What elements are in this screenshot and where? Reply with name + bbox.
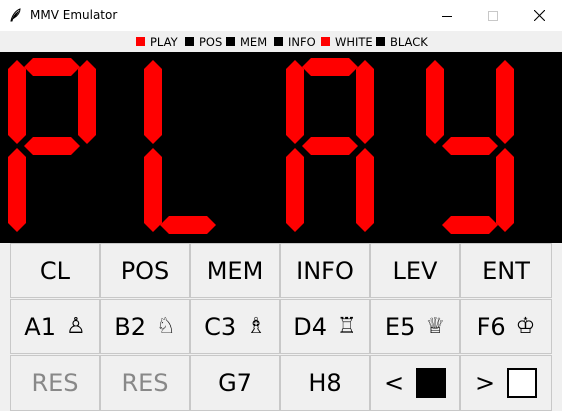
indicator-lamp	[136, 37, 145, 46]
segment-y-g	[442, 137, 498, 155]
segment-p-f	[8, 60, 26, 144]
d4-button[interactable]: D4 ♖	[280, 299, 370, 354]
king-icon: ♔	[515, 313, 536, 339]
key-label: C3	[204, 312, 237, 341]
segment-display	[0, 52, 562, 243]
res-button[interactable]: RES	[10, 355, 100, 411]
f6-button[interactable]: F6 ♔	[460, 299, 552, 354]
g7-button[interactable]: G7	[190, 355, 280, 411]
segment-l-d	[160, 216, 216, 234]
white-side-button[interactable]: >	[460, 355, 552, 411]
segment-a-c	[356, 148, 374, 232]
knight-icon: ♘	[156, 313, 176, 339]
indicator-pos: POS	[185, 34, 223, 49]
pawn-icon: ♙	[65, 313, 86, 339]
feather-icon	[9, 8, 23, 22]
key-label: RES	[31, 369, 79, 397]
black-square-icon	[416, 368, 447, 398]
key-label: H8	[308, 369, 342, 397]
rook-icon: ♖	[337, 313, 357, 339]
indicator-lamp	[274, 37, 283, 46]
key-label: POS	[120, 256, 170, 285]
segment-a-f	[286, 60, 304, 144]
key-label: RES	[121, 369, 169, 397]
indicator-lamp	[226, 37, 235, 46]
segment-y-f	[426, 60, 444, 144]
indicator-label: INFO	[288, 34, 316, 49]
minimize-icon	[442, 15, 452, 17]
segment-y-d	[442, 216, 498, 234]
key-label: D4	[293, 312, 327, 341]
key-label: CL	[39, 256, 71, 285]
indicator-label: WHITE	[335, 34, 373, 49]
segment-p-a	[24, 58, 80, 76]
segment-a-b	[356, 60, 374, 144]
white-square-icon	[507, 368, 538, 398]
close-icon	[533, 10, 545, 21]
segment-y-b	[496, 60, 514, 144]
e5-button[interactable]: E5 ♕	[370, 299, 460, 354]
indicator-row: PLAY POS MEM INFO WHITE BLACK	[0, 31, 562, 52]
indicator-label: PLAY	[150, 34, 178, 49]
segment-p-b	[78, 60, 96, 144]
key-label: MEM	[206, 256, 264, 285]
info-button[interactable]: INFO	[280, 243, 370, 298]
segment-p-g	[24, 137, 80, 155]
segment-a-g	[302, 137, 358, 155]
res-button-2[interactable]: RES	[100, 355, 190, 411]
mem-button[interactable]: MEM	[190, 243, 280, 298]
indicator-label: POS	[199, 34, 223, 49]
segment-a-a	[302, 58, 358, 76]
maximize-icon	[488, 10, 498, 21]
indicator-lamp	[321, 37, 330, 46]
key-label: <	[383, 369, 405, 397]
pos-button[interactable]: POS	[100, 243, 190, 298]
ent-button[interactable]: ENT	[460, 243, 552, 298]
bishop-icon: ♗	[246, 313, 266, 339]
lev-button[interactable]: LEV	[370, 243, 460, 298]
title-bar: MMV Emulator	[0, 0, 562, 31]
key-label: A1	[24, 312, 56, 341]
b2-button[interactable]: B2 ♘	[100, 299, 190, 354]
segment-l-e	[144, 148, 162, 232]
cl-button[interactable]: CL	[10, 243, 100, 298]
key-label: G7	[218, 369, 252, 397]
segment-l-f	[144, 60, 162, 144]
a1-button[interactable]: A1 ♙	[10, 299, 100, 354]
key-label: ENT	[482, 256, 530, 285]
queen-icon: ♕	[425, 313, 446, 339]
indicator-label: MEM	[240, 34, 268, 49]
close-button[interactable]	[516, 0, 562, 31]
segment-a-e	[286, 148, 304, 232]
segment-p-e	[8, 148, 26, 232]
segment-y-c	[496, 148, 514, 232]
segment-display-canvas	[8, 58, 514, 234]
key-label: E5	[384, 312, 416, 341]
key-label: LEV	[392, 256, 438, 285]
black-side-button[interactable]: <	[370, 355, 460, 411]
key-label: F6	[476, 312, 506, 341]
window-title: MMV Emulator	[30, 8, 118, 22]
keypad: CL POS MEM INFO LEV ENT A1 ♙ B2 ♘ C3 ♗ D4 ♖ …	[10, 243, 552, 411]
key-label: >	[474, 369, 496, 397]
key-label: B2	[114, 312, 146, 341]
keypad-margin-right	[552, 243, 562, 411]
minimize-button[interactable]	[424, 0, 470, 31]
indicator-play: PLAY	[136, 34, 178, 49]
keypad-margin-left	[0, 243, 10, 411]
indicator-lamp	[376, 37, 385, 46]
indicator-mem: MEM	[226, 34, 268, 49]
indicator-label: BLACK	[390, 34, 428, 49]
indicator-white: WHITE	[321, 34, 373, 49]
key-label: INFO	[296, 256, 354, 285]
indicator-info: INFO	[274, 34, 316, 49]
indicator-black: BLACK	[376, 34, 428, 49]
h8-button[interactable]: H8	[280, 355, 370, 411]
indicator-lamp	[185, 37, 194, 46]
maximize-button[interactable]	[470, 0, 516, 31]
c3-button[interactable]: C3 ♗	[190, 299, 280, 354]
